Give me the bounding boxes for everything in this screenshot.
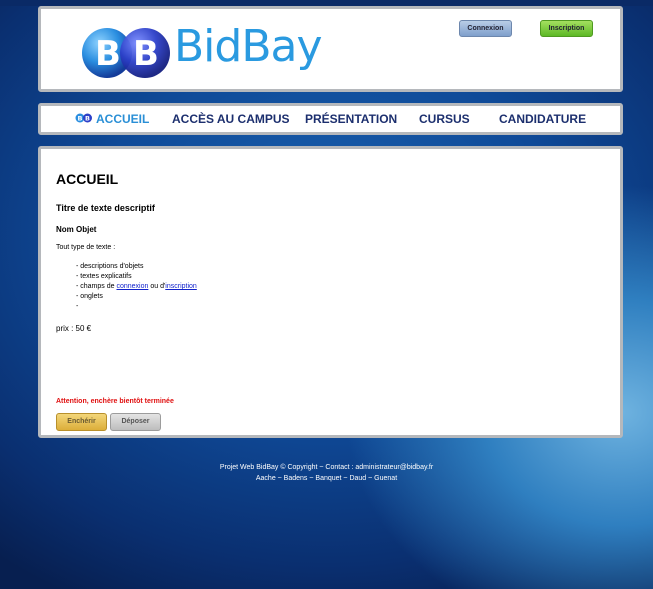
bidbay-logo[interactable]: B B BidBay <box>81 21 341 84</box>
list-item-prefix: - champs de <box>76 283 117 290</box>
bb-logo-icon: B B <box>75 113 92 123</box>
nav-label-accueil: ACCUEIL <box>96 112 150 126</box>
price: prix : 50 € <box>56 324 92 333</box>
content-intro: Tout type de texte : <box>56 244 116 251</box>
page-title: ACCUEIL <box>56 171 119 187</box>
footer: Projet Web BidBay © Copyright ~ Contact … <box>0 462 653 484</box>
list-item: - <box>76 303 79 310</box>
list-item-middle: ou d' <box>148 283 166 290</box>
warning-message: Attention, enchère bientôt terminée <box>56 398 174 405</box>
list-item: - descriptions d'objets <box>76 263 144 270</box>
brand-name: BidBay <box>174 21 323 72</box>
content-subtitle: Titre de texte descriptif <box>56 203 155 213</box>
encherir-button[interactable]: Enchérir <box>56 413 107 431</box>
nav-item-cursus[interactable]: CURSUS <box>419 112 470 126</box>
inscription-button[interactable]: Inscription <box>540 20 593 37</box>
object-name: Nom Objet <box>56 225 97 234</box>
nav-item-acces-au-campus[interactable]: ACCÈS AU CAMPUS <box>172 112 290 126</box>
description-list: - descriptions d'objets - textes explica… <box>76 262 197 312</box>
nav-item-candidature[interactable]: CANDIDATURE <box>499 112 586 126</box>
svg-text:B: B <box>133 34 159 74</box>
list-item: - champs de connexion ou d'inscription <box>76 282 197 292</box>
deposer-button[interactable]: Déposer <box>110 413 161 431</box>
bb-logo-mark-icon: B B <box>82 28 170 78</box>
connexion-link[interactable]: connexion <box>116 283 148 290</box>
inscription-link[interactable]: inscription <box>165 283 197 290</box>
header: B B BidBay Connexion Inscription <box>38 6 623 92</box>
svg-text:B: B <box>85 115 90 123</box>
list-item: - onglets <box>76 293 103 300</box>
footer-copyright: Projet Web BidBay © Copyright ~ Contact … <box>219 464 434 471</box>
svg-text:B: B <box>78 115 83 123</box>
connexion-button[interactable]: Connexion <box>459 20 512 37</box>
nav-item-presentation[interactable]: PRÉSENTATION <box>305 112 397 126</box>
svg-text:B: B <box>95 34 121 74</box>
main-nav: B B ACCUEIL ACCÈS AU CAMPUS PRÉSENTATION… <box>38 103 623 135</box>
footer-authors: Aache ~ Badens ~ Banquet ~ Daud ~ Guenat <box>255 475 398 482</box>
nav-item-accueil[interactable]: B B ACCUEIL <box>75 112 149 126</box>
list-item: - textes explicatifs <box>76 273 132 280</box>
main-content: ACCUEIL Titre de texte descriptif Nom Ob… <box>38 146 623 438</box>
